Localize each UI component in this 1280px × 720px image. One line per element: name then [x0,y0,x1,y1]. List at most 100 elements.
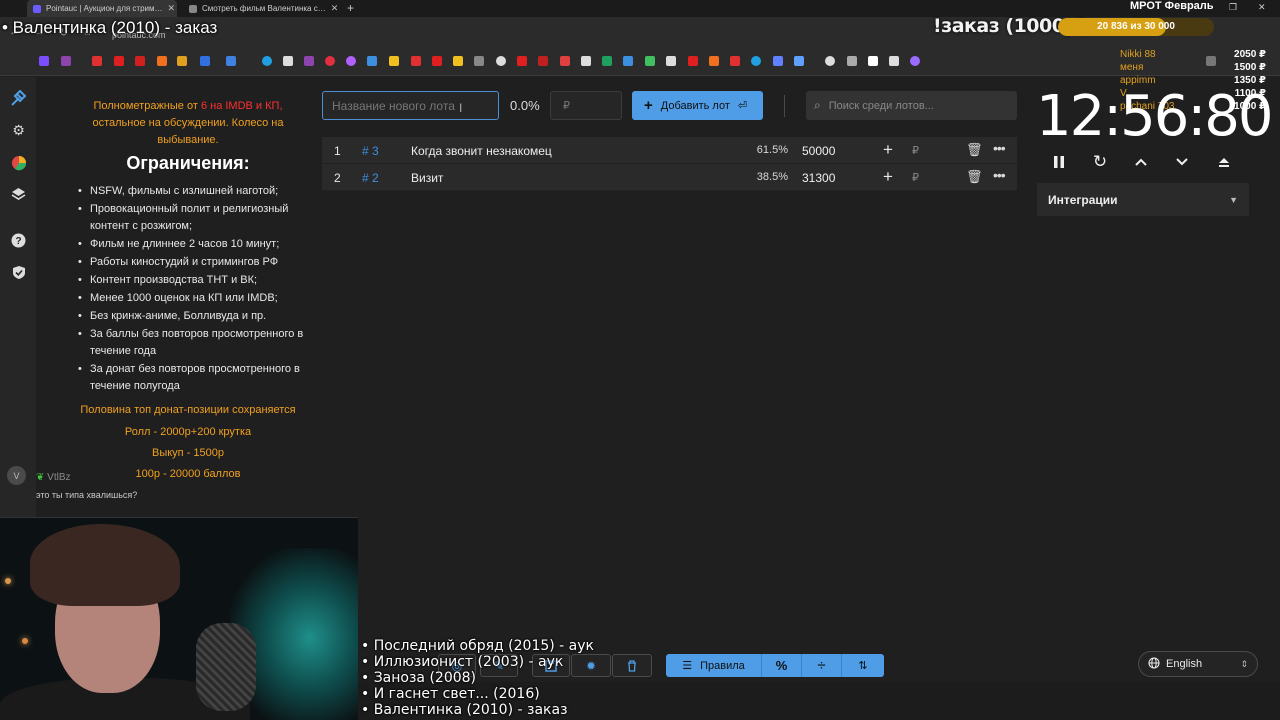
bookmark-icon[interactable] [200,56,210,66]
increase-time-icon[interactable] [1129,151,1153,173]
lot-currency[interactable]: ₽ [912,171,919,184]
integrations-accordion[interactable]: Интеграции ▼ [1037,183,1249,216]
double-up-icon[interactable] [1212,151,1236,173]
bookmark-icon[interactable] [474,56,484,66]
bookmark-icon[interactable] [794,56,804,66]
bookmark-icon[interactable] [39,56,49,66]
bookmark-icon[interactable] [889,56,899,66]
bookmark-icon[interactable] [517,56,527,66]
new-tab-button[interactable]: + [347,1,354,15]
delete-lot-icon[interactable]: 🗑 [966,142,983,158]
more-options-icon[interactable]: ••• [993,140,1006,156]
lot-percent: 61.5% [756,144,788,156]
sort-icon[interactable]: ⇅ [842,654,884,677]
bookmark-icon[interactable] [868,56,878,66]
bookmark-icon[interactable] [751,56,761,66]
bookmark-icon[interactable] [61,56,71,66]
bookmark-icon[interactable] [304,56,314,66]
language-select[interactable]: English ⇕ [1138,651,1258,677]
add-lot-label: Добавить лот [660,99,730,112]
restriction-item: Работы киностудий и стримингов РФ [76,254,306,271]
rules-button[interactable]: ☰ Правила [666,654,762,677]
bookmark-icon[interactable] [367,56,377,66]
donor-name: Nikki 88 [1120,49,1156,60]
bookmark-icon[interactable] [411,56,421,66]
bookmark-icon[interactable] [602,56,612,66]
lot-id-link[interactable]: # 2 [362,171,379,185]
toolbar-divider [784,95,785,117]
bookmark-icon[interactable] [432,56,442,66]
bookmark-icon[interactable] [581,56,591,66]
add-amount-icon[interactable]: + [883,140,893,160]
lot-name[interactable]: Визит [411,171,443,185]
bookmark-icon[interactable] [453,56,463,66]
bookmark-icon[interactable] [825,56,835,66]
bookmarks-bar [0,46,1280,76]
bookmark-icon[interactable] [623,56,633,66]
tab-title: Pointauc | Аукцион для стрим… [46,4,163,13]
delete-lot-icon[interactable]: 🗑 [966,169,983,185]
bookmark-icon[interactable] [847,56,857,66]
pie-chart-icon[interactable] [10,154,27,171]
add-amount-icon[interactable]: + [883,167,893,187]
close-tab-icon[interactable]: ✕ [331,3,339,14]
bookmark-icon[interactable] [346,56,356,66]
bookmark-icon[interactable] [560,56,570,66]
donation-goal-text: 20 836 из 30 000 [1097,21,1175,32]
new-lot-percent: 0.0% [510,98,540,113]
bookmark-icon[interactable] [325,56,335,66]
reset-timer-icon[interactable]: ↻ [1088,151,1112,173]
bookmark-icon[interactable] [177,56,187,66]
lot-name[interactable]: Когда звонит незнакомец [411,144,552,158]
rules-intro: Полнометражные от 6 на IMDB и КП, осталь… [86,98,290,149]
lot-amount[interactable]: 31300 [802,171,835,185]
plus-icon: + [644,97,653,114]
lot-id-link[interactable]: # 3 [362,144,379,158]
bookmark-icon[interactable] [114,56,124,66]
help-icon[interactable]: ? [10,232,27,249]
settings-icon[interactable]: ⚙ [10,122,27,139]
bookmark-icon[interactable] [666,56,676,66]
bookmark-icon[interactable] [92,56,102,66]
new-lot-name-input[interactable]: Название нового лота [322,91,499,120]
language-value: English [1166,658,1203,670]
rules-extra: Половина топ донат-позиции сохраняется [80,404,296,416]
bookmark-icon[interactable] [135,56,145,66]
restore-window-icon[interactable]: ❐ [1229,2,1237,13]
streamer-webcam [0,517,358,720]
bookmark-icon[interactable] [709,56,719,66]
new-lot-amount-input[interactable]: ₽ [550,91,622,120]
close-window-icon[interactable]: ✕ [1258,2,1266,13]
decrease-time-icon[interactable] [1170,151,1194,173]
percent-toggle-icon[interactable]: % [762,654,802,677]
bookmark-icon[interactable] [262,56,272,66]
split-icon[interactable]: ÷ [802,654,842,677]
shield-icon[interactable] [10,264,27,281]
auction-icon[interactable] [10,90,27,107]
lot-amount[interactable]: 50000 [802,144,835,158]
add-lot-button[interactable]: + Добавить лот ⏎ [632,91,763,120]
bookmark-icon[interactable] [688,56,698,66]
bookmark-icon[interactable] [538,56,548,66]
lot-search-input[interactable]: ⌕ Поиск среди лотов... [806,91,1017,120]
clear-lots-icon[interactable] [612,654,652,677]
bookmark-icon[interactable] [773,56,783,66]
browser-tab-movie[interactable]: Смотреть фильм Валентинка с… ✕ [183,0,343,17]
browser-tab-pointauc[interactable]: Pointauc | Аукцион для стрим… ✕ [27,0,177,17]
bookmark-icon[interactable] [389,56,399,66]
rules-intro-text: Полнометражные от [93,100,198,112]
bookmark-icon[interactable] [496,56,506,66]
more-options-icon[interactable]: ••• [993,167,1006,183]
bookmark-icon[interactable] [226,56,236,66]
chat-message: это ты типа хвалишься? [36,490,138,500]
lot-currency[interactable]: ₽ [912,144,919,157]
pause-button[interactable] [1047,151,1071,173]
close-tab-icon[interactable]: ✕ [168,3,176,14]
bookmark-icon[interactable] [283,56,293,66]
bookmark-icon[interactable] [910,56,920,66]
bookmark-icon[interactable] [157,56,167,66]
restrictions-heading: Ограничения: [126,153,250,173]
bookmark-icon[interactable] [645,56,655,66]
bookmark-icon[interactable] [730,56,740,66]
layers-icon[interactable] [10,186,27,203]
